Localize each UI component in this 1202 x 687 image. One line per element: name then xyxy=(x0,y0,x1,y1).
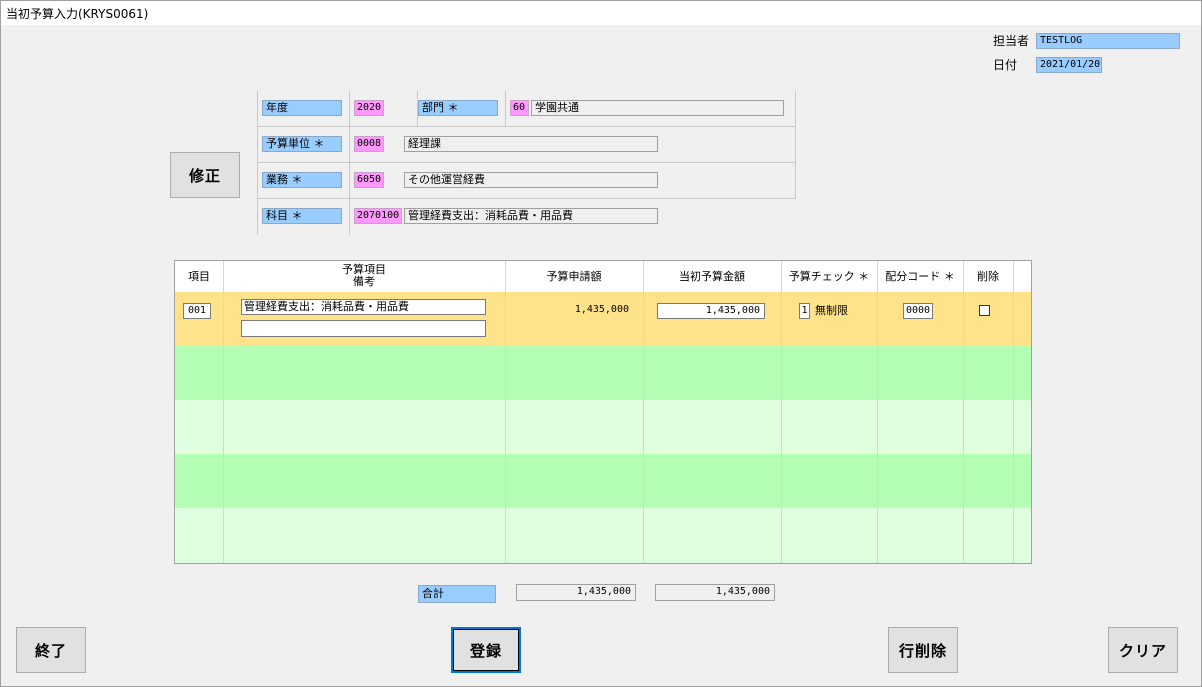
clear-button[interactable]: クリア xyxy=(1108,627,1178,673)
year-input[interactable]: 2020 xyxy=(354,100,384,116)
header-item: 項目 xyxy=(188,270,210,283)
grid-column-divider xyxy=(1013,261,1014,563)
title-bar: 当初予算入力(KRYS0061) xyxy=(1,1,1201,25)
budget-unit-code-input[interactable]: 0008 xyxy=(354,136,384,152)
criteria-divider xyxy=(795,91,796,199)
grid-row[interactable] xyxy=(175,508,1031,563)
task-label: 業務 ＊ xyxy=(262,172,342,188)
grid-column-divider xyxy=(963,261,964,563)
request-amount: 1,435,000 xyxy=(574,304,629,315)
owner-label: 担当者 xyxy=(993,34,1030,48)
budget-item-field[interactable]: 管理経費支出：消耗品費・用品費 xyxy=(241,299,486,315)
delete-checkbox[interactable] xyxy=(979,305,990,316)
delete-row-button[interactable]: 行削除 xyxy=(888,627,958,673)
budget-grid: 項目 予算項目 備考 予算申請額 当初予算金額 予算チェック ＊ 配分コード ＊… xyxy=(174,260,1032,564)
criteria-divider xyxy=(257,91,258,235)
dept-label: 部門 ＊ xyxy=(418,100,498,116)
date-label: 日付 xyxy=(993,58,1018,72)
modify-button[interactable]: 修正 xyxy=(170,152,240,198)
header-alloc-code: 配分コード ＊ xyxy=(885,270,955,283)
initial-amount-field[interactable]: 1,435,000 xyxy=(657,303,765,319)
budget-check-label: 無制限 xyxy=(815,304,848,317)
date-value: 2021/01/20 xyxy=(1036,57,1102,73)
dept-name-field: 学園共通 xyxy=(531,100,784,116)
header-initial-amount: 当初予算金額 xyxy=(679,270,745,283)
exit-button[interactable]: 終了 xyxy=(16,627,86,673)
subject-code-input[interactable]: 2070100 xyxy=(354,208,402,224)
budget-unit-name-field: 経理課 xyxy=(404,136,658,152)
criteria-divider xyxy=(505,91,506,127)
dept-code-input[interactable]: 60 xyxy=(510,100,529,116)
budget-unit-label: 予算単位 ＊ xyxy=(262,136,342,152)
total-initial-amount: 1,435,000 xyxy=(655,584,775,601)
grid-row[interactable] xyxy=(175,346,1031,400)
grid-row[interactable] xyxy=(175,454,1031,508)
owner-value: TESTLOG xyxy=(1036,33,1180,49)
register-button[interactable]: 登録 xyxy=(451,627,521,673)
item-no-field[interactable]: 001 xyxy=(183,303,211,319)
header-budget-check: 予算チェック ＊ xyxy=(788,270,870,283)
grid-column-divider xyxy=(781,261,782,563)
subject-name-field: 管理経費支出：消耗品費・用品費 xyxy=(404,208,658,224)
grid-column-divider xyxy=(877,261,878,563)
header-request-amount: 予算申請額 xyxy=(546,270,602,283)
remarks-field[interactable] xyxy=(241,320,486,337)
task-code-input[interactable]: 6050 xyxy=(354,172,384,188)
alloc-code-field[interactable]: 0000 xyxy=(903,303,933,319)
header-remarks: 備考 xyxy=(353,275,375,288)
header-delete: 削除 xyxy=(977,270,999,283)
subject-label: 科目 ＊ xyxy=(262,208,342,224)
grid-column-divider xyxy=(223,261,224,563)
budget-check-code-field[interactable]: 1 xyxy=(799,303,810,319)
grid-row[interactable] xyxy=(175,400,1031,454)
grid-column-divider xyxy=(643,261,644,563)
year-label: 年度 xyxy=(262,100,342,116)
total-label: 合計 xyxy=(418,585,496,603)
criteria-divider xyxy=(349,91,350,235)
task-name-field: その他運営経費 xyxy=(404,172,658,188)
window-title: 当初予算入力(KRYS0061) xyxy=(6,7,149,21)
total-request-amount: 1,435,000 xyxy=(516,584,636,601)
